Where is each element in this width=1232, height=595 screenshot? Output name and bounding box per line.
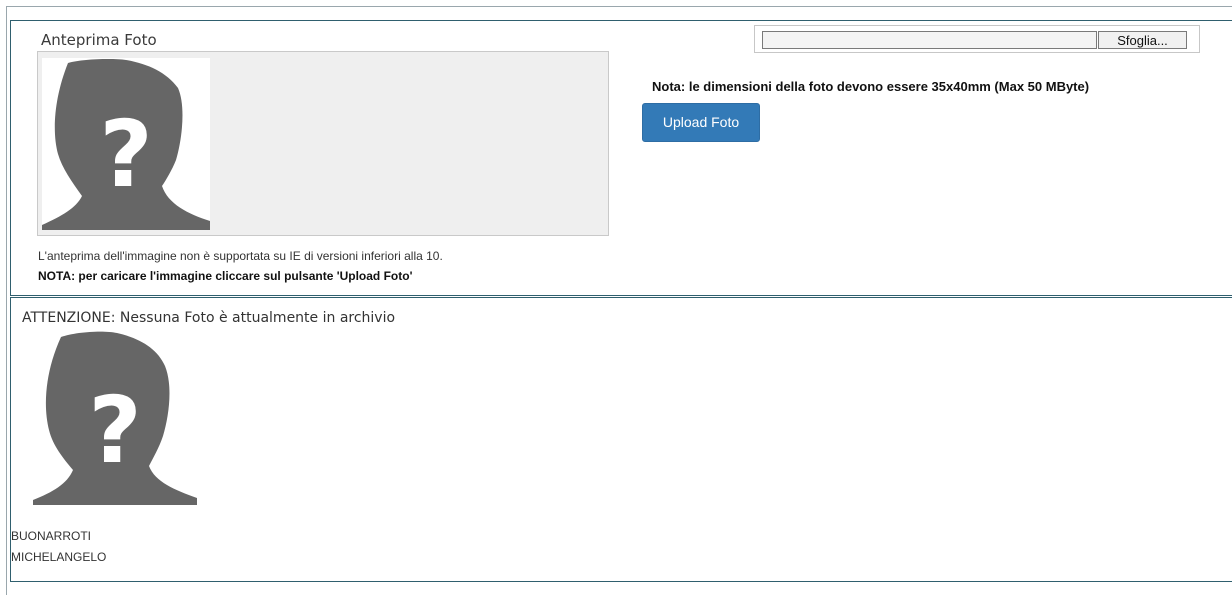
unknown-person-icon: ? xyxy=(42,58,210,230)
unknown-person-icon: ? xyxy=(33,330,197,505)
page-top-rule xyxy=(6,6,1232,7)
file-picker: Sfoglia... xyxy=(754,25,1200,53)
svg-text:?: ? xyxy=(99,101,152,208)
person-firstname: MICHELANGELO xyxy=(11,550,107,564)
file-path-input[interactable] xyxy=(762,31,1097,49)
browse-button[interactable]: Sfoglia... xyxy=(1098,31,1187,49)
upload-photo-button[interactable]: Upload Foto xyxy=(642,103,760,142)
page-left-rule xyxy=(6,6,7,595)
preview-support-note: L'anteprima dell'immagine non è supporta… xyxy=(38,249,443,263)
preview-title: Anteprima Foto xyxy=(41,31,157,49)
no-photo-warning: ATTENZIONE: Nessuna Foto è attualmente i… xyxy=(22,310,396,326)
upload-instruction-note: NOTA: per caricare l'immagine cliccare s… xyxy=(38,269,413,283)
photo-upload-panel: Anteprima Foto ? L'anteprima dell'immagi… xyxy=(10,20,1232,296)
photo-size-note: Nota: le dimensioni della foto devono es… xyxy=(652,79,1090,94)
svg-text:?: ? xyxy=(88,377,141,484)
photo-preview-box: ? xyxy=(37,51,609,236)
photo-archive-panel: ATTENZIONE: Nessuna Foto è attualmente i… xyxy=(10,297,1232,582)
person-surname: BUONARROTI xyxy=(11,529,92,543)
